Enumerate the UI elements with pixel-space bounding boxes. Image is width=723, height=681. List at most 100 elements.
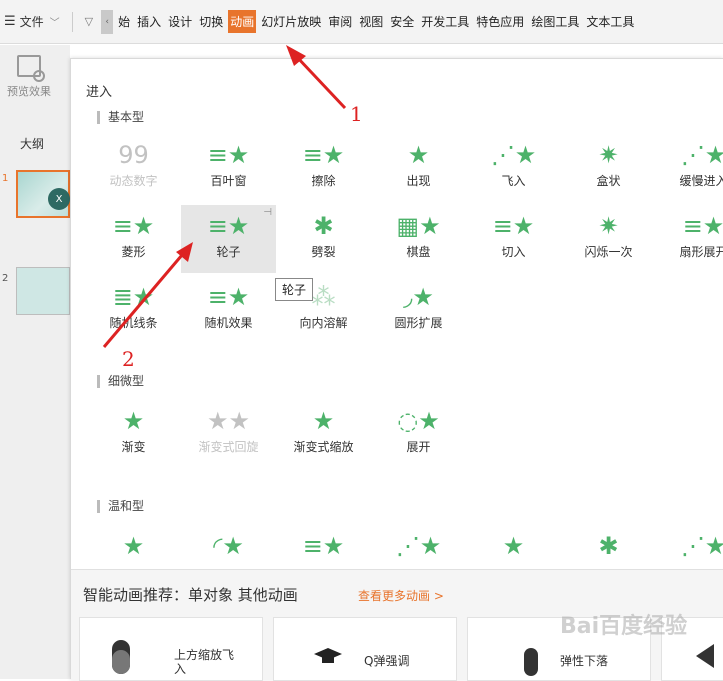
anim-label: 切入 [501,245,526,259]
star-icon: ▦★ [396,212,441,240]
star-icon: ★ [502,532,525,560]
section-moderate: 温和型 [97,500,144,513]
tooltip: 轮子 [275,278,314,301]
file-menu-label: 文件 [19,15,44,29]
anim-dynamic-number[interactable]: 99 动态数字 [86,134,181,202]
slide-thumbnail-1[interactable]: X [16,170,70,218]
recommend-card-q-bounce[interactable]: Q弹强调 [273,617,457,681]
slide-thumbnail-2[interactable] [16,267,70,315]
view-more-link[interactable]: 查看更多动画 > [358,587,444,604]
anim-label: 菱形 [121,245,146,259]
recommend-title: 智能动画推荐：单对象 其他动画 [83,586,298,604]
tab-insert[interactable]: 插入 [135,10,163,33]
digits-icon: 99 [118,141,149,169]
star-icon: ≡★ [207,141,250,169]
anim-fade-zoom[interactable]: ★ 渐变式缩放 [276,400,371,468]
tab-animation[interactable]: 动画 [228,10,257,33]
star-icon: ✷ [598,212,619,240]
section-subtle: 细微型 [97,375,144,388]
tab-outline[interactable]: 大纲 [20,135,44,152]
anim-label: 擦除 [311,174,336,188]
anim-moderate-1[interactable]: ★ [86,525,181,561]
anim-circle[interactable]: ◞★ 圆形扩展 [371,276,466,344]
anim-peek-in[interactable]: ≡★ 切入 [466,205,561,273]
quick-access-dropdown-icon[interactable]: ▽ [85,15,93,28]
anim-fan[interactable]: ≡★ 扇形展开 [656,205,723,273]
tab-start[interactable]: 始 [116,10,132,33]
panel-title: 进入 [86,85,113,100]
anim-wipe[interactable]: ≡★ 擦除 [276,134,371,202]
slide-number: 2 [2,273,9,284]
anim-moderate-2[interactable]: ◜★ [181,525,276,561]
anim-label: 向内溶解 [299,316,348,330]
star-icon: ◌★ [397,407,440,435]
tab-text-tools[interactable]: 文本工具 [584,10,636,33]
preview-effect-button[interactable]: 预览效果 [0,51,58,111]
anim-label: 劈裂 [311,245,336,259]
anim-moderate-3[interactable]: ≡★ [276,525,371,561]
tab-view[interactable]: 视图 [357,10,385,33]
anim-label: 缓慢进入 [679,174,723,188]
tab-security[interactable]: 安全 [388,10,416,33]
anim-random-effects[interactable]: ≡★ 随机效果 [181,276,276,344]
star-icon: ≡★ [682,212,723,240]
anim-fly-in[interactable]: ⋰★ 飞入 [466,134,561,202]
star-icon: ≡★ [207,283,250,311]
anim-crawl-in[interactable]: ⋰★ 缓慢进入 [656,134,723,202]
tab-slideshow[interactable]: 幻灯片放映 [259,10,323,33]
anim-box[interactable]: ✷ 盒状 [561,134,656,202]
anim-label: 渐变式缩放 [293,440,354,454]
anim-appear[interactable]: ★ 出现 [371,134,466,202]
annotation-number-1: 1 [350,102,363,126]
star-icon: ⋰★ [680,532,723,560]
preview-effect-label: 预览效果 [7,85,51,98]
anim-label: 随机效果 [204,316,253,330]
watermark: Bai百度经验 [560,614,688,639]
star-icon: ★ [122,532,145,560]
anim-label: 棋盘 [406,245,431,259]
anim-label: 百叶窗 [210,174,247,188]
scroll-left-icon[interactable]: ‹ [101,9,114,34]
tab-review[interactable]: 审阅 [326,10,354,33]
star-icon: ✱ [598,532,619,560]
file-menu[interactable]: ☰ 文件 ﹀ [0,13,66,30]
left-pane: 预览效果 大纲 1 X 2 [0,45,70,679]
anim-label: 展开 [406,440,431,454]
anim-fade-swivel[interactable]: ★★ 渐变式回旋 [181,400,276,468]
pill-shape-icon [112,640,130,674]
card-label: 上方缩放飞入 [174,648,235,676]
anim-label: 闪烁一次 [584,245,633,259]
star-icon: ✷ [598,141,619,169]
anim-diamond[interactable]: ≡★ 菱形 [86,205,181,273]
graduation-cap-icon [314,648,342,663]
recommend-card-zoom-fly-in[interactable]: 上方缩放飞入 [79,617,263,681]
divider [71,11,73,32]
anim-fade[interactable]: ★ 渐变 [86,400,181,468]
anim-moderate-4[interactable]: ⋰★ [371,525,466,561]
tab-design[interactable]: 设计 [166,10,194,33]
anim-expand[interactable]: ◌★ 展开 [371,400,466,468]
tab-transition[interactable]: 切换 [197,10,225,33]
menu-bar: ☰ 文件 ﹀ ▽ ‹ 始 插入 设计 切换 动画 幻灯片放映 审阅 视图 安全 … [0,0,723,44]
anim-label: 出现 [406,174,431,188]
anim-random-bars[interactable]: ≣★ 随机线条 [86,276,181,344]
preview-icon [17,55,45,82]
anim-blinds[interactable]: ≡★ 百叶窗 [181,134,276,202]
anim-label: 渐变式回旋 [198,440,259,454]
hamburger-icon: ☰ [4,14,16,29]
anim-checkerboard[interactable]: ▦★ 棋盘 [371,205,466,273]
anim-moderate-7[interactable]: ⋰★ [656,525,723,561]
tab-drawing-tools[interactable]: 绘图工具 [529,10,581,33]
pin-icon[interactable]: ⊣ [263,207,272,218]
anim-split[interactable]: ✱ 劈裂 [276,205,371,273]
anim-moderate-5[interactable]: ★ [466,525,561,561]
anim-wheel[interactable]: ⊣ ≡★ 轮子 [181,205,276,273]
tab-developer[interactable]: 开发工具 [419,10,471,33]
star-icon: ≡★ [302,141,345,169]
anim-flash-once[interactable]: ✷ 闪烁一次 [561,205,656,273]
anim-label: 扇形展开 [679,245,723,259]
tab-features[interactable]: 特色应用 [474,10,526,33]
pill-shape-icon [524,648,538,676]
anim-moderate-6[interactable]: ✱ [561,525,656,561]
card-label: 弹性下落 [560,654,609,668]
